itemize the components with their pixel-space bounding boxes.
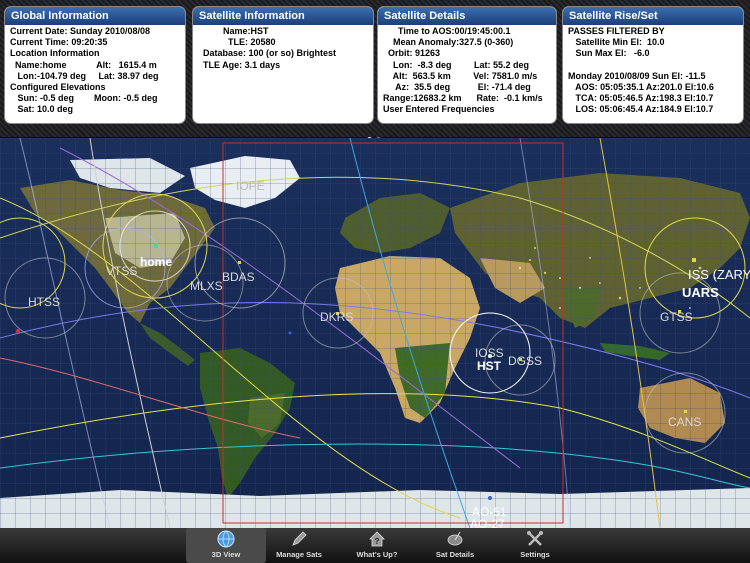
map-label-uars[interactable]: UARS [682, 285, 719, 300]
panel-row: Sun: -0.5 deg Moon: -0.5 deg [10, 93, 158, 104]
svg-text:?: ? [375, 537, 380, 546]
panel-row: TLE: 20580 [198, 37, 276, 48]
panel-row: Monday 2010/08/09 Sun El: -11.5 [568, 70, 706, 81]
panel-row: Database: 100 (or so) Brightest [198, 48, 337, 59]
panel-row: Current Time: 09:20:35 [10, 37, 108, 48]
panel-title: Satellite Details [378, 7, 556, 25]
map-label-iope[interactable]: IOPE [236, 179, 265, 193]
panel-title: Satellite Rise/Set [563, 7, 743, 25]
panel-row: Configured Elevations [10, 82, 106, 93]
panel-row: Name:home Alt: 1615.4 m [10, 59, 157, 70]
panel-title: Global Information [5, 7, 185, 25]
globe-icon [186, 528, 266, 550]
lat-lon-grid [0, 138, 750, 528]
tab-label: Settings [520, 550, 550, 559]
panel-title: Satellite Information [193, 7, 373, 25]
panel-row: User Entered Frequencies [383, 104, 495, 115]
map-label-home[interactable]: home [140, 255, 172, 269]
map-label-dkrs[interactable]: DKRS [320, 310, 353, 324]
house-question-icon: ? [337, 528, 417, 550]
pencil-icon [259, 528, 339, 550]
satellite-icon [415, 528, 495, 550]
panel-row: Name:HST [198, 26, 269, 36]
panel-row: Mean Anomaly:327.5 (0-360) [383, 37, 514, 48]
map-label-gtss[interactable]: GTSS [660, 310, 693, 324]
panel-row: Alt: 563.5 km Vel: 7581.0 m/s [383, 70, 538, 81]
satellite-information-panel[interactable]: Satellite Information Name:HST TLE: 2058… [193, 7, 373, 123]
panel-row: Orbit: 91263 [383, 48, 441, 59]
tab-label: 3D View [211, 550, 241, 559]
panel-row: Sat: 10.0 deg [10, 104, 74, 115]
panel-row: Time to AOS:00/19:45:00.1 [383, 26, 511, 36]
world-map-svg: home VTSS MLXS BDAS HTSS DKRS IOSS DGSS … [0, 138, 750, 528]
tab-whats-up[interactable]: ? What's Up? [337, 528, 417, 563]
tab-manage-sats[interactable]: Manage Sats [259, 528, 339, 563]
panel-row [568, 60, 738, 71]
panel-row: Lon:-104.79 deg Lat: 38.97 deg [10, 70, 159, 81]
panel-row: Location Information [10, 48, 100, 59]
panel-row: Range:12683.2 km Rate: -0.1 km/s [383, 93, 543, 104]
map-label-mlxs[interactable]: MLXS [190, 279, 223, 293]
tab-label: What's Up? [356, 550, 398, 559]
map-label-iss[interactable]: ISS (ZARY [688, 267, 750, 282]
map-label-ioss[interactable]: IOSS [475, 346, 504, 360]
panel-row: PASSES FILTERED BY [568, 26, 665, 36]
global-information-panel[interactable]: Global Information Current Date: Sunday … [5, 7, 185, 123]
tab-3d-view[interactable]: 3D View [186, 528, 266, 563]
panel-row: AOS: 05:05:35.1 Az:201.0 El:10.6 [568, 81, 714, 92]
panel-row: Current Date: Sunday 2010/08/08 [10, 26, 151, 36]
info-panels-bar: Global Information Current Date: Sunday … [0, 0, 750, 142]
map-label-htss[interactable]: HTSS [28, 295, 60, 309]
map-label-hst[interactable]: HST [477, 359, 502, 373]
map-label-dgss[interactable]: DGSS [508, 354, 542, 368]
world-map-view[interactable]: home VTSS MLXS BDAS HTSS DKRS IOSS DGSS … [0, 138, 750, 528]
map-label-ao27[interactable]: AO-27 [470, 517, 505, 528]
panel-row: Satellite Min El: 10.0 [568, 37, 665, 48]
panel-row: Az: 35.5 deg El: -71.4 deg [383, 82, 531, 93]
map-label-vtss[interactable]: VTSS [106, 264, 137, 278]
tab-settings[interactable]: Settings [495, 528, 575, 563]
tab-label: Sat Details [435, 550, 475, 559]
panel-row: TCA: 05:05:46.5 Az:198.3 El:10.7 [568, 93, 714, 104]
tab-bar: 3D View Manage Sats ? What's Up? Sat Det… [0, 528, 750, 563]
panel-row: Sun Max El: -6.0 [568, 48, 650, 59]
tab-sat-details[interactable]: Sat Details [415, 528, 495, 563]
panel-row: TLE Age: 3.1 days [198, 59, 281, 70]
panel-row: LOS: 05:06:45.4 Az:184.9 El:10.7 [568, 104, 714, 115]
satellite-rise-set-panel[interactable]: Satellite Rise/Set PASSES FILTERED BY Sa… [563, 7, 743, 123]
map-label-bdas[interactable]: BDAS [222, 270, 255, 284]
satellite-details-panel[interactable]: Satellite Details Time to AOS:00/19:45:0… [378, 7, 556, 123]
map-label-cans[interactable]: CANS [668, 415, 701, 429]
panel-row: Lon: -8.3 deg Lat: 55.2 deg [383, 59, 530, 70]
tab-label: Manage Sats [276, 550, 322, 559]
tools-icon [495, 528, 575, 550]
